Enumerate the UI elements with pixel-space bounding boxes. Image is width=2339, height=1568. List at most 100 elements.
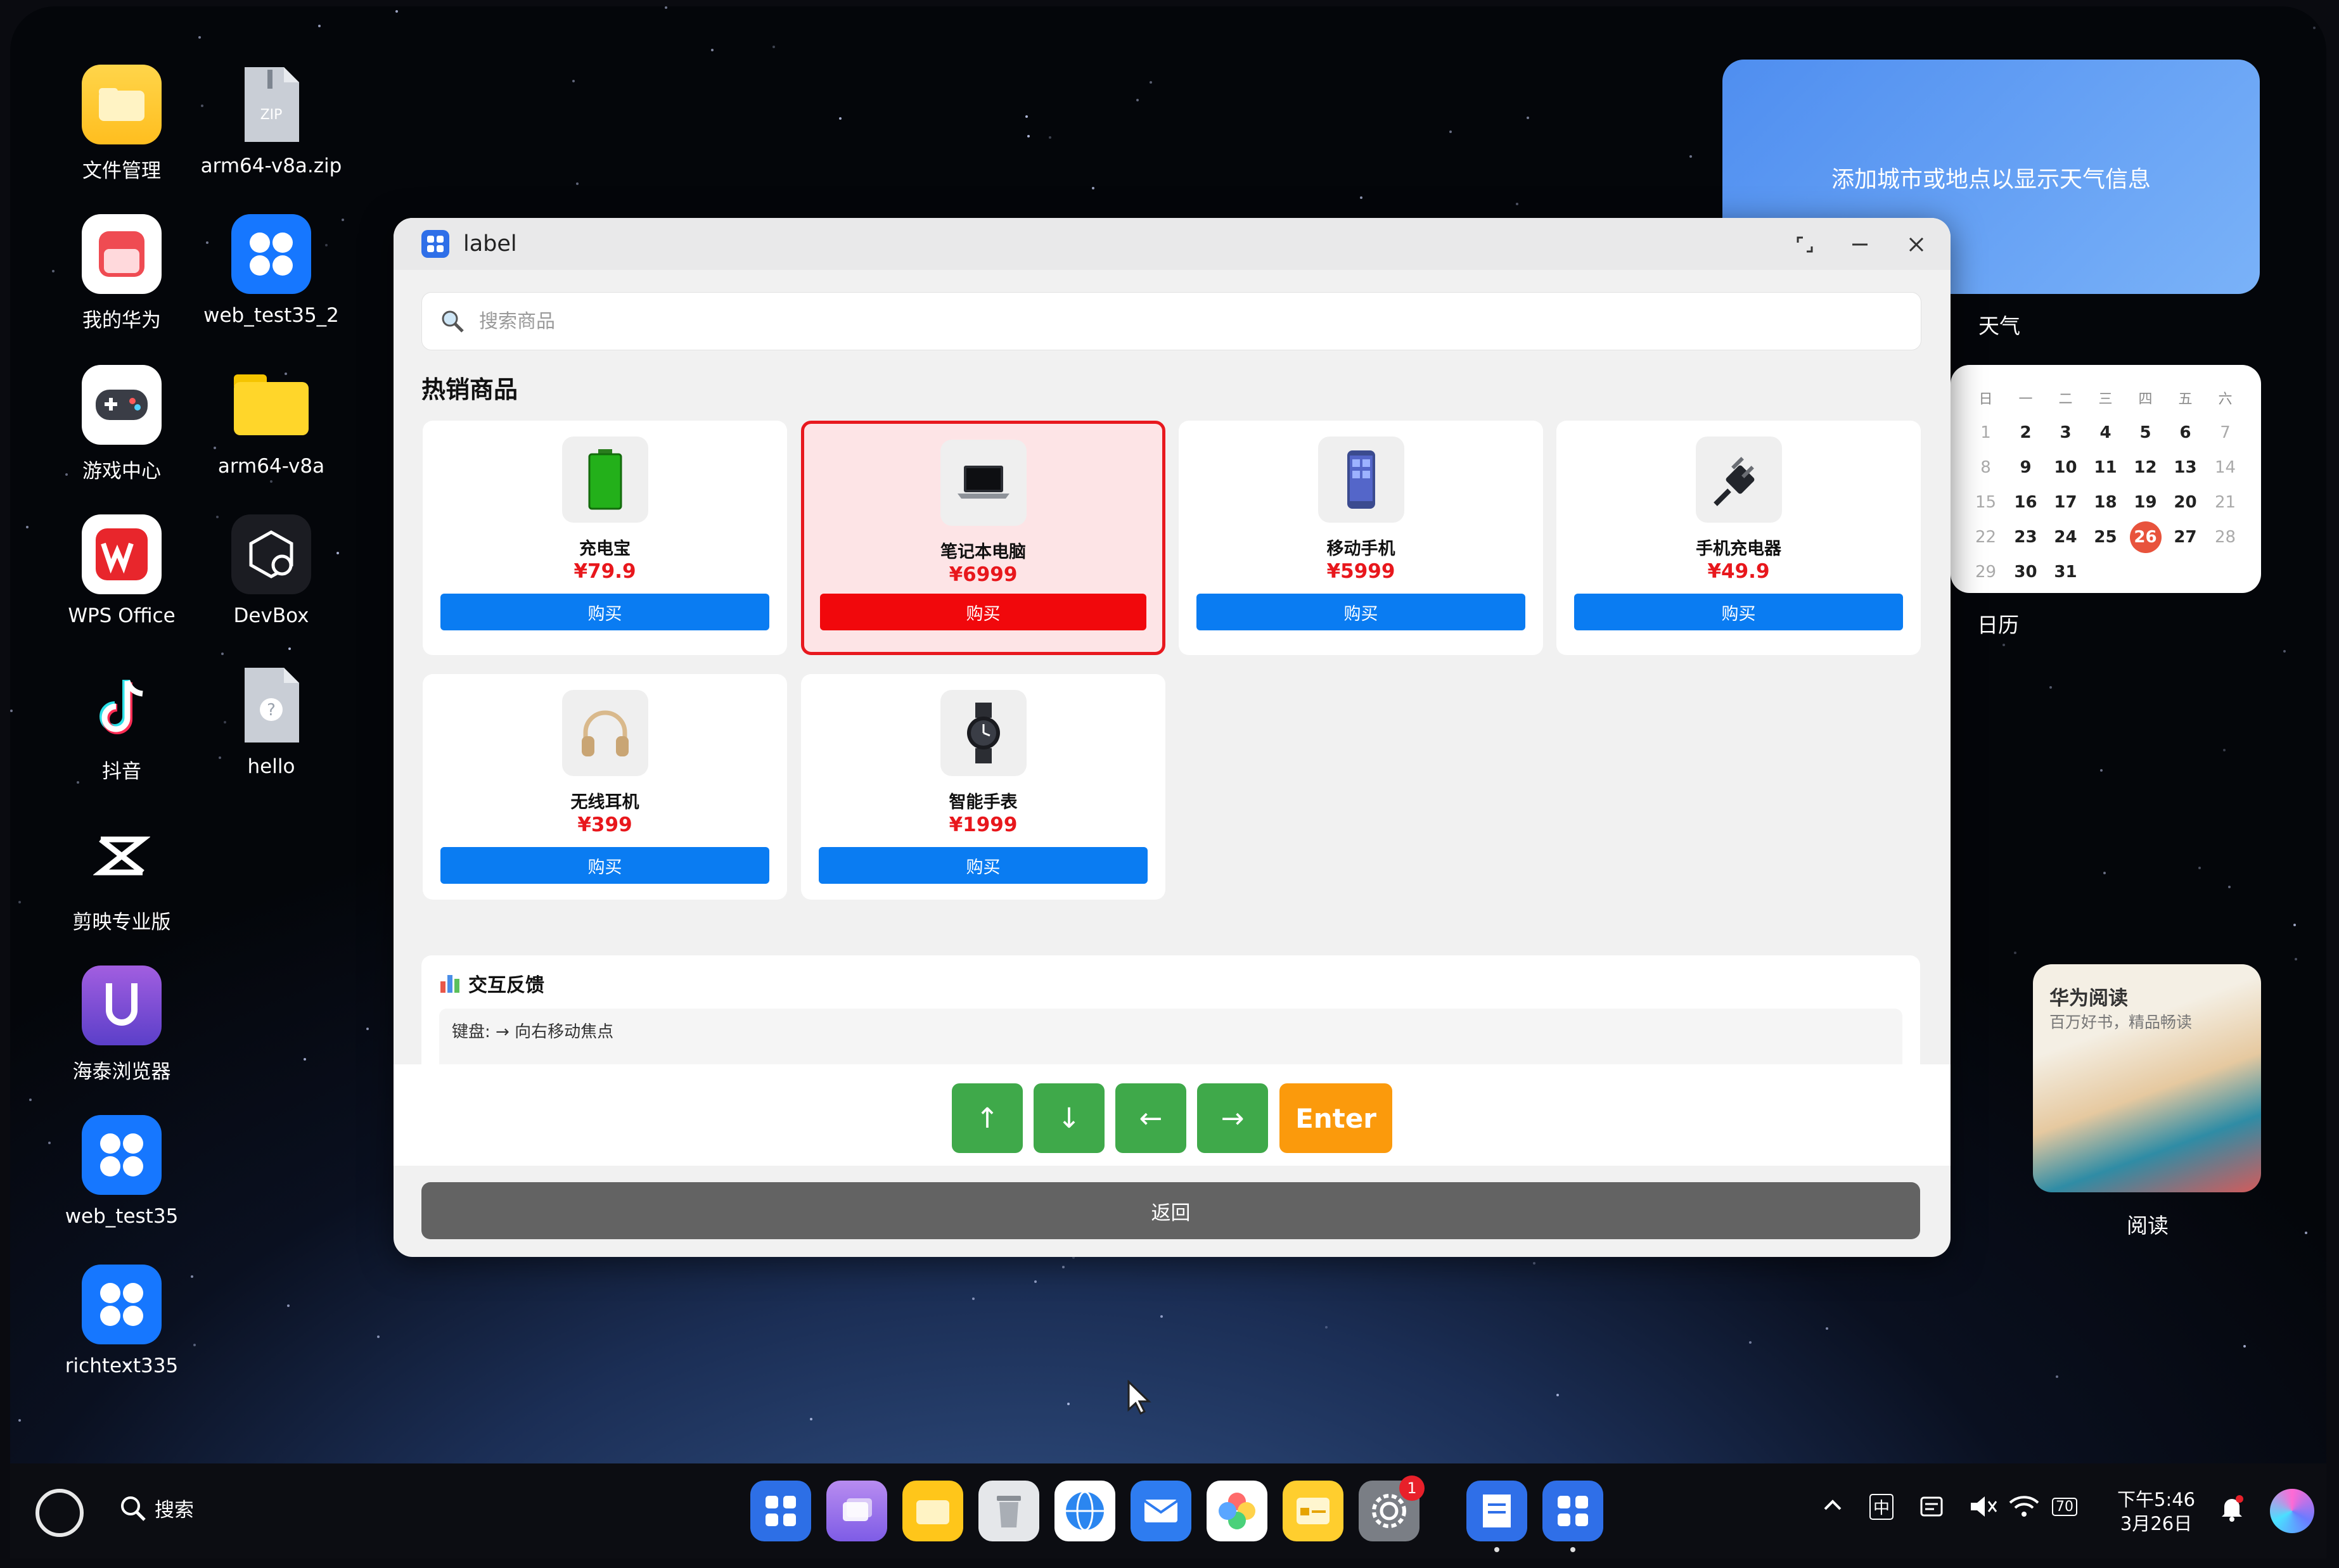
calendar-day[interactable]: 24 (2046, 519, 2086, 554)
restore-button[interactable] (1790, 229, 1820, 260)
buy-button[interactable]: 购买 (440, 847, 769, 884)
key-right-button[interactable]: → (1197, 1083, 1268, 1153)
desktop-icon-label: 游戏中心 (82, 460, 161, 483)
calendar-day[interactable]: 14 (2205, 450, 2245, 485)
calendar-day[interactable]: 2 (2006, 415, 2046, 450)
search-input[interactable] (478, 309, 1811, 333)
douyin-icon (82, 665, 162, 745)
desktop-icon-web-test35-2[interactable]: web_test35_2 (195, 214, 347, 327)
trash-icon[interactable] (978, 1481, 1039, 1541)
calendar-day[interactable]: 16 (2006, 485, 2046, 519)
taskbar-clock[interactable]: 下午5:46 3月26日 (2117, 1488, 2195, 1536)
desktop-icon-wps-office[interactable]: WPS Office (46, 514, 198, 627)
desktop-icon-douyin[interactable]: 抖音 (46, 665, 198, 784)
product-card-focused[interactable]: 笔记本电脑 ¥6999 购买 (801, 421, 1165, 655)
app-launcher-icon[interactable] (750, 1481, 811, 1541)
calendar-day[interactable]: 1 (1966, 415, 2006, 450)
calendar-day[interactable]: 10 (2046, 450, 2086, 485)
key-enter-button[interactable]: Enter (1279, 1083, 1392, 1153)
desktop-icon-my-huawei[interactable]: 我的华为 (46, 214, 198, 333)
calendar-day[interactable]: 7 (2205, 415, 2245, 450)
calendar-day[interactable]: 29 (1966, 554, 2006, 589)
document-app-icon[interactable] (1466, 1481, 1527, 1541)
calendar-day[interactable]: 6 (2165, 415, 2205, 450)
taskbar-search-label: 搜索 (155, 1499, 194, 1522)
buy-button[interactable]: 购买 (1196, 594, 1525, 630)
mail-icon[interactable] (1131, 1481, 1191, 1541)
desktop-icon-file-manager[interactable]: 文件管理 (46, 65, 198, 183)
key-down-button[interactable]: ↓ (1034, 1083, 1105, 1153)
product-card[interactable]: 智能手表 ¥1999 购买 (801, 674, 1165, 900)
desktop-icon-game-center[interactable]: 游戏中心 (46, 365, 198, 483)
calendar-day[interactable]: 9 (2006, 450, 2046, 485)
buy-button[interactable]: 购买 (1574, 594, 1903, 630)
calendar-day[interactable]: 15 (1966, 485, 2006, 519)
star (2305, 1232, 2307, 1234)
minimize-button[interactable] (1845, 229, 1875, 260)
calendar-day[interactable]: 21 (2205, 485, 2245, 519)
star (1027, 135, 1030, 137)
calendar-day[interactable]: 22 (1966, 519, 2006, 554)
calendar-day[interactable]: 8 (1966, 450, 2006, 485)
calendar-day[interactable]: 30 (2006, 554, 2046, 589)
buy-button[interactable]: 购买 (440, 594, 769, 630)
reader-widget[interactable]: 华为阅读 百万好书，精品畅读 (2033, 964, 2261, 1192)
volume-button[interactable] (1968, 1494, 1999, 1524)
notes-icon[interactable] (1283, 1481, 1343, 1541)
unknown-file-icon: ? (231, 665, 311, 745)
desktop-icon-devbox[interactable]: DevBox (195, 514, 347, 627)
desktop-icon-web-test35[interactable]: web_test35 (46, 1115, 198, 1228)
buy-button[interactable]: 购买 (819, 847, 1148, 884)
gallery-icon[interactable] (1207, 1481, 1267, 1541)
desktop-icon-arm64-folder[interactable]: arm64-v8a (195, 365, 347, 478)
calendar-today[interactable]: 26 (2129, 521, 2162, 553)
folder-app-icon[interactable] (902, 1481, 963, 1541)
folder-icon (231, 365, 311, 445)
taskbar-search[interactable]: 搜索 (119, 1494, 194, 1522)
buy-button[interactable]: 购买 (820, 594, 1146, 630)
multitask-icon[interactable] (826, 1481, 887, 1541)
desktop-icon-haitai-browser[interactable]: 海泰浏览器 (46, 966, 198, 1084)
calendar-day[interactable]: 20 (2165, 485, 2205, 519)
settings-icon[interactable]: 1 (1359, 1476, 1425, 1541)
desktop-icon-hello[interactable]: ? hello (195, 665, 347, 778)
key-up-button[interactable]: ↑ (952, 1083, 1023, 1153)
calendar-day[interactable]: 3 (2046, 415, 2086, 450)
calendar-day[interactable]: 23 (2006, 519, 2046, 554)
calendar-day[interactable]: 18 (2086, 485, 2125, 519)
start-button[interactable] (35, 1489, 84, 1537)
calendar-day[interactable]: 4 (2086, 415, 2125, 450)
product-card[interactable]: 无线耳机 ¥399 购买 (423, 674, 787, 900)
key-left-button[interactable]: ← (1115, 1083, 1186, 1153)
desktop-icon-richtext335[interactable]: richtext335 (46, 1265, 198, 1377)
calendar-day[interactable]: 13 (2165, 450, 2205, 485)
wifi-button[interactable] (2008, 1494, 2041, 1524)
product-card[interactable]: 手机充电器 ¥49.9 购买 (1556, 421, 1921, 655)
calendar-day[interactable]: 11 (2086, 450, 2125, 485)
product-card[interactable]: 充电宝 ¥79.9 购买 (423, 421, 787, 655)
calendar-day[interactable]: 25 (2086, 519, 2125, 554)
ime-indicator[interactable]: 中 (1869, 1494, 1894, 1520)
calendar-widget[interactable]: 日一二三四五六 1 2 3 4 5 6 7 8 9 10 11 12 13 14 15 16 17 18 19 20 21… (1951, 365, 2261, 593)
battery-indicator[interactable]: 70 (2052, 1494, 2077, 1516)
calendar-day[interactable]: 31 (2046, 554, 2086, 589)
window-titlebar[interactable]: label (394, 218, 1951, 270)
desktop-icon-capcut[interactable]: 剪映专业版 (46, 816, 198, 934)
browser-icon[interactable] (1054, 1481, 1115, 1541)
calendar-day[interactable]: 17 (2046, 485, 2086, 519)
clipboard-button[interactable] (1918, 1494, 1945, 1524)
tray-expand-button[interactable] (1821, 1494, 1844, 1522)
close-button[interactable] (1901, 229, 1932, 260)
app-grid-icon[interactable] (1542, 1481, 1603, 1541)
back-button[interactable]: 返回 (421, 1182, 1920, 1239)
calendar-day[interactable]: 27 (2165, 519, 2205, 554)
assistant-icon[interactable] (2270, 1489, 2314, 1533)
feedback-title: 交互反馈 (439, 969, 544, 997)
notification-button[interactable] (2219, 1494, 2245, 1527)
calendar-day[interactable]: 5 (2125, 415, 2165, 450)
calendar-day[interactable]: 19 (2125, 485, 2165, 519)
desktop-icon-arm64-zip[interactable]: ZIP arm64-v8a.zip (195, 65, 347, 177)
calendar-day[interactable]: 28 (2205, 519, 2245, 554)
product-card[interactable]: 移动手机 ¥5999 购买 (1179, 421, 1543, 655)
calendar-day[interactable]: 12 (2125, 450, 2165, 485)
